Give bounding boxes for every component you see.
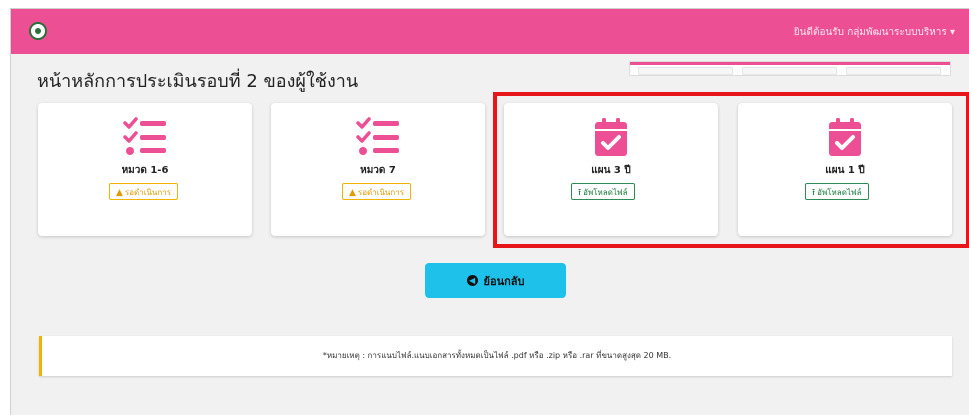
- calendar-check-icon: [738, 117, 952, 157]
- upload-file-button[interactable]: ⭱ อัพโหลดไฟล์: [805, 183, 869, 200]
- back-button[interactable]: ◀ ย้อนกลับ: [425, 263, 566, 298]
- warning-icon: ▲: [349, 188, 356, 198]
- card-label: แผน 3 ปี: [591, 165, 631, 176]
- upload-icon: ⭱: [578, 188, 582, 198]
- card-category-1-6[interactable]: หมวด 1-6 ▲ รอดำเนินการ: [38, 103, 252, 236]
- warning-icon: ▲: [116, 188, 123, 198]
- status-badge-pending[interactable]: ▲ รอดำเนินการ: [109, 183, 179, 200]
- checklist-icon: [38, 117, 252, 157]
- card-label: แผน 1 ปี: [825, 165, 865, 176]
- card-label: หมวด 1-6: [121, 165, 169, 176]
- card-plan-3-year[interactable]: แผน 3 ปี ⭱ อัพโหลดไฟล์: [504, 103, 718, 236]
- card-category-7[interactable]: หมวด 7 ▲ รอดำเนินการ: [271, 103, 485, 236]
- status-badge-pending[interactable]: ▲ รอดำเนินการ: [342, 183, 412, 200]
- card-label: หมวด 7: [360, 165, 396, 176]
- browser-viewport: ยินดีต้อนรับ กลุ่มพัฒนาระบบบริหาร ▾ หน้า…: [10, 8, 969, 415]
- upload-file-button[interactable]: ⭱ อัพโหลดไฟล์: [571, 183, 635, 200]
- checklist-icon: [271, 117, 485, 157]
- logo-icon[interactable]: [29, 22, 47, 40]
- top-navbar: ยินดีต้อนรับ กลุ่มพัฒนาระบบบริหาร ▾: [11, 9, 969, 54]
- calendar-check-icon: [504, 117, 718, 157]
- preview-thumbnail: [629, 61, 951, 76]
- arrow-left-circle-icon: ◀: [466, 275, 478, 286]
- note-alert: *หมายเหตุ : การแนบไฟล์.แนบเอกสารทั้งหมดเ…: [39, 336, 952, 376]
- upload-icon: ⭱: [812, 188, 816, 198]
- user-menu-dropdown[interactable]: ยินดีต้อนรับ กลุ่มพัฒนาระบบบริหาร ▾: [794, 25, 955, 40]
- page-title: หน้าหลักการประเมินรอบที่ 2 ของผู้ใช้งาน: [37, 71, 359, 92]
- card-plan-1-year[interactable]: แผน 1 ปี ⭱ อัพโหลดไฟล์: [738, 103, 952, 236]
